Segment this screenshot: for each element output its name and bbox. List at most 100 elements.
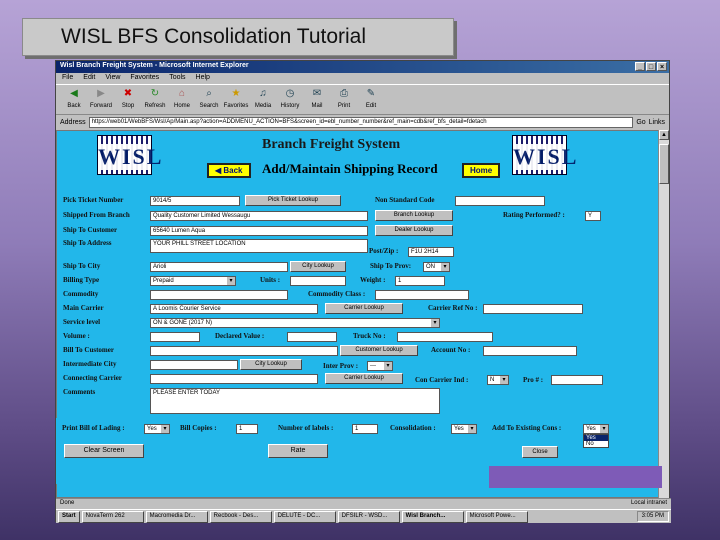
truck-no-input[interactable]	[397, 332, 493, 342]
units-input[interactable]	[290, 276, 346, 286]
history-icon: ◷	[285, 88, 295, 99]
service-level-select[interactable]: ON & GONE (2017 N)	[150, 318, 440, 328]
account-no-input[interactable]	[483, 346, 577, 356]
menu-favorites[interactable]: Favorites	[130, 74, 159, 83]
billing-type-select[interactable]: Prepaid	[150, 276, 236, 286]
intermediate-city-input[interactable]	[150, 360, 238, 370]
print-bol-select[interactable]: Yes	[144, 424, 170, 434]
connecting-carrier-input[interactable]	[150, 374, 318, 384]
pick-ticket-lookup-button[interactable]: Pick Ticket Lookup	[245, 195, 341, 206]
clear-screen-button[interactable]: Clear Screen	[64, 444, 144, 458]
ship-to-customer-input[interactable]: 65640 Lumen Aqua	[150, 226, 368, 236]
links-button[interactable]: Links	[649, 119, 665, 126]
customer-lookup-button[interactable]: Customer Lookup	[340, 345, 418, 356]
carrier-lookup-button[interactable]: Carrier Lookup	[325, 303, 403, 314]
start-button[interactable]: Start	[58, 511, 80, 523]
ship-to-city-input[interactable]: Arioli	[150, 262, 288, 272]
mail-button[interactable]: ✉ Mail	[305, 87, 329, 112]
add-existing-select[interactable]: Yes	[583, 424, 609, 434]
pick-ticket-input[interactable]: 9014/5	[150, 196, 240, 206]
home-nav-button[interactable]: Home	[462, 163, 501, 178]
consolidation-select[interactable]: Yes	[451, 424, 477, 434]
search-button[interactable]: ⌕ Search	[197, 87, 221, 112]
bill-copies-input[interactable]: 1	[236, 424, 258, 434]
declared-value-label: Declared Value :	[215, 332, 265, 340]
carrier-ref-input[interactable]	[483, 304, 583, 314]
commodity-input[interactable]	[150, 290, 288, 300]
commodity-class-input[interactable]	[375, 290, 469, 300]
volume-input[interactable]	[150, 332, 200, 342]
vertical-scrollbar[interactable]: ▲	[658, 130, 669, 498]
refresh-button[interactable]: ↻ Refresh	[143, 87, 167, 112]
zone-text: Local intranet	[630, 500, 667, 506]
menu-edit[interactable]: Edit	[83, 74, 95, 83]
main-carrier-input[interactable]: A Loomis Courier Service	[150, 304, 318, 314]
connecting-carrier-label: Connecting Carrier	[63, 374, 122, 382]
main-carrier-label: Main Carrier	[63, 304, 104, 312]
rating-input[interactable]: Y	[585, 211, 601, 221]
close-button[interactable]: Close	[522, 446, 558, 458]
minimize-icon[interactable]: _	[635, 62, 645, 71]
stop-button[interactable]: ✖ Stop	[116, 87, 140, 112]
forward-button[interactable]: ▶ Forward	[89, 87, 113, 112]
non-standard-label: Non Standard Code	[375, 196, 435, 204]
ship-to-address-input[interactable]: YOUR PHILL STREET LOCATION	[150, 239, 368, 253]
carrier-ref-label: Carrier Ref No :	[428, 304, 478, 312]
bill-to-customer-input[interactable]	[150, 346, 338, 356]
taskbar-item[interactable]: Macromedia Dr...	[145, 511, 208, 523]
taskbar-item[interactable]: DELUTE - DC...	[273, 511, 336, 523]
favorites-button[interactable]: ★ Favorites	[224, 87, 249, 112]
taskbar-item[interactable]: Microsoft Powe...	[465, 511, 528, 523]
address-input[interactable]: https://web01/WebBFS/Wsl/Ap/Main.asp?act…	[88, 116, 634, 128]
taskbar-item[interactable]: Recbook - Des...	[209, 511, 272, 523]
declared-value-input[interactable]	[287, 332, 337, 342]
menu-view[interactable]: View	[105, 74, 120, 83]
billing-type-label: Billing Type	[63, 276, 100, 284]
option-no[interactable]: No	[584, 441, 608, 447]
rate-button[interactable]: Rate	[268, 444, 328, 458]
scroll-up-icon[interactable]: ▲	[659, 130, 669, 140]
connecting-carrier-lookup-button[interactable]: Carrier Lookup	[325, 373, 403, 384]
window-titlebar: Wisl Branch Freight System - Microsoft I…	[56, 61, 669, 73]
go-button[interactable]: Go	[636, 119, 645, 126]
back-button[interactable]: ◀ Back	[62, 87, 86, 112]
comments-textarea[interactable]: PLEASE ENTER TODAY	[150, 388, 440, 414]
intermediate-city-lookup-button[interactable]: City Lookup	[240, 359, 302, 370]
search-icon: ⌕	[206, 88, 212, 99]
pro-input[interactable]	[551, 375, 603, 385]
ship-to-prov-select[interactable]: ON	[423, 262, 450, 272]
shipped-from-input[interactable]: Quality Customer Limited Wessaugu	[150, 211, 368, 221]
maximize-icon[interactable]: □	[646, 62, 656, 71]
edit-button[interactable]: ✎ Edit	[359, 87, 383, 112]
postzip-input[interactable]: F1U 2H14	[408, 247, 454, 257]
menu-tools[interactable]: Tools	[169, 74, 185, 83]
city-lookup-button[interactable]: City Lookup	[290, 261, 346, 272]
con-carrier-ind-select[interactable]: N	[487, 375, 509, 385]
scroll-thumb[interactable]	[659, 144, 669, 184]
labels-input[interactable]: 1	[352, 424, 378, 434]
pick-ticket-label: Pick Ticket Number	[63, 196, 124, 204]
weight-input[interactable]: 1	[395, 276, 445, 286]
taskbar-item[interactable]: DFSILR - WSD...	[337, 511, 400, 523]
toolbar: ◀ Back ▶ Forward ✖ Stop ↻ Refresh ⌂ Home ⌕ Sea…	[56, 84, 669, 115]
commodity-class-label: Commodity Class :	[308, 290, 366, 298]
pro-label: Pro # :	[523, 376, 544, 384]
home-button[interactable]: ⌂ Home	[170, 87, 194, 112]
history-button[interactable]: ◷ History	[278, 87, 302, 112]
browser-window: Wisl Branch Freight System - Microsoft I…	[55, 60, 671, 523]
media-button[interactable]: ♫ Media	[251, 87, 275, 112]
menu-help[interactable]: Help	[196, 74, 210, 83]
inter-prov-select[interactable]: ---	[367, 361, 393, 371]
taskbar-item-active[interactable]: Wisl Branch...	[401, 511, 464, 523]
back-nav-button[interactable]: ◀ Back	[207, 163, 251, 178]
postzip-label: Post/Zip :	[369, 247, 399, 255]
non-standard-input[interactable]	[455, 196, 545, 206]
taskbar-item[interactable]: NovaTerm 262	[81, 511, 144, 523]
menu-file[interactable]: File	[62, 74, 73, 83]
close-icon[interactable]: ×	[657, 62, 667, 71]
wisl-logo-left: WISL	[97, 135, 161, 175]
dealer-lookup-button[interactable]: Dealer Lookup	[375, 225, 453, 236]
print-button[interactable]: ⎙ Print	[332, 87, 356, 112]
branch-lookup-button[interactable]: Branch Lookup	[375, 210, 453, 221]
consolidation-label: Consolidation :	[390, 424, 436, 432]
